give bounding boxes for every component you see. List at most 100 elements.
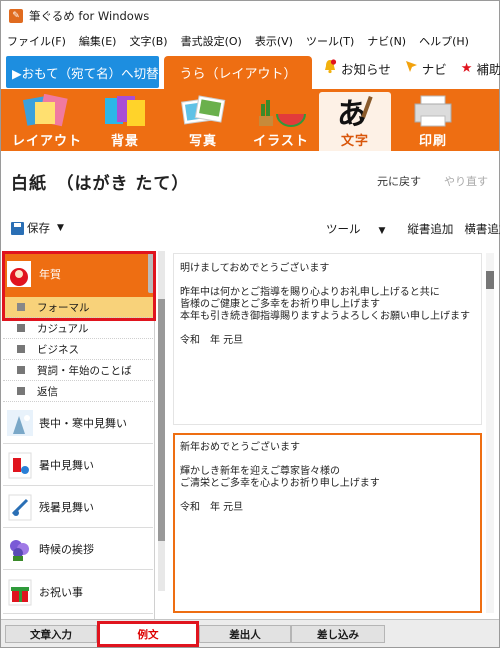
subcategory-greeting-words[interactable]: 賀詞・年始のことば	[3, 360, 153, 381]
menu-navi[interactable]: ナビ(N)	[367, 33, 406, 49]
switch-to-front-button[interactable]: ▶おもて（宛て名）へ切替	[6, 56, 159, 88]
menu-format[interactable]: 書式設定(O)	[181, 33, 242, 49]
highlight-nenga-formal	[2, 251, 156, 321]
subcategory-casual[interactable]: カジュアル	[3, 318, 153, 339]
menu-file[interactable]: ファイル(F)	[7, 33, 66, 49]
text-tools: ツール ▼ 縦書追加 横書追加	[326, 221, 500, 237]
category-summer[interactable]: 暑中見舞い	[3, 444, 153, 486]
category-celebration[interactable]: お祝い事	[3, 570, 153, 614]
category-mourning[interactable]: 喪中・寒中見舞い	[3, 402, 153, 444]
square-bullet-icon	[17, 324, 25, 332]
toolbar-print-button[interactable]: 印刷	[397, 92, 469, 149]
tab-text-input[interactable]: 文章入力	[5, 625, 97, 643]
scrollbar-thumb[interactable]	[486, 271, 494, 289]
toolbar-text-label: 文字	[340, 134, 369, 149]
toolbar-background-button[interactable]: 背景	[89, 92, 161, 149]
app-window: ✎ 筆ぐるめ for Windows ファイル(F) 編集(E) 文字(B) 書…	[0, 0, 500, 648]
notice-label: お知らせ	[341, 62, 391, 77]
hydrangea-icon	[5, 534, 35, 564]
sample-text-2[interactable]: 新年おめでとうございます 輝かしき新年を迎えご尊家皆々様の ご清栄とご多幸を心よ…	[173, 433, 482, 613]
extra-label: 補助	[476, 62, 500, 77]
toolbar-photo-button[interactable]: 写真	[167, 92, 239, 149]
redo-button[interactable]: やり直す	[444, 173, 488, 189]
tools-label: ツール	[326, 222, 361, 236]
sample-line: 昨年中は何かとご指導を賜り心よりお礼申し上げると共に	[180, 287, 440, 298]
navi-label: ナビ	[421, 62, 447, 77]
sample-text-1[interactable]: 明けましておめでとうございます 昨年中は何かとご指導を賜り心よりお礼申し上げると…	[173, 253, 482, 425]
category-label: 残暑見舞い	[39, 500, 94, 514]
sample-line: 皆様のご健康とご多幸をお祈り申し上げます	[180, 299, 380, 310]
category-seasonal[interactable]: 時候の挨拶	[3, 528, 153, 570]
bell-icon	[323, 59, 337, 78]
title-bar: ✎ 筆ぐるめ for Windows	[1, 1, 499, 31]
subcategory-business[interactable]: ビジネス	[3, 339, 153, 360]
top-links: お知らせ ナビ ★ 補助	[323, 59, 500, 78]
subcategory-reply[interactable]: 返信	[3, 381, 153, 402]
menu-bar: ファイル(F) 編集(E) 文字(B) 書式設定(O) 表示(V) ツール(T)…	[1, 31, 499, 51]
square-bullet-icon	[17, 387, 25, 395]
horizontal-text-add-button[interactable]: 横書追加	[464, 221, 500, 237]
save-label: 保存	[27, 221, 50, 235]
chevron-down-icon: ▼	[378, 226, 386, 236]
toolbar-text-button[interactable]: あ 文字	[319, 92, 391, 151]
sample-line: 明けましておめでとうございます	[180, 263, 330, 274]
sample-scrollbar[interactable]	[486, 253, 494, 613]
svg-text:あ: あ	[337, 97, 367, 128]
summer-card-icon	[5, 450, 35, 480]
tab-merge[interactable]: 差し込み	[291, 625, 385, 643]
undo-button[interactable]: 元に戻す	[377, 173, 421, 189]
main-toolbar: レイアウト 背景 写真 イラスト あ 文字 印刷	[1, 89, 499, 151]
sample-line: ご清栄とご多幸を心よりお祈り申し上げます	[180, 478, 380, 489]
sample-line: 新年おめでとうございます	[180, 442, 300, 453]
category-label: 喪中・寒中見舞い	[39, 416, 127, 430]
notice-link[interactable]: お知らせ	[323, 59, 391, 78]
document-title: 白紙 （はがき たて）	[11, 174, 190, 194]
square-bullet-icon	[17, 345, 25, 353]
sample-line: 本年も引き続き御指導賜りますようよろしくお願い申し上げます	[180, 311, 470, 322]
subcategory-label: 返信	[37, 385, 58, 398]
window-title: 筆ぐるめ for Windows	[29, 9, 150, 23]
app-icon: ✎	[9, 9, 23, 23]
late-summer-card-icon	[5, 492, 35, 522]
chevron-down-icon[interactable]: ▼	[57, 223, 64, 233]
save-icon	[11, 221, 24, 235]
toolbar-print-label: 印刷	[418, 134, 447, 149]
list-scrollbar[interactable]	[158, 251, 165, 591]
category-label: 暑中見舞い	[39, 458, 94, 472]
tools-dropdown[interactable]: ツール ▼	[326, 221, 396, 237]
illust-icon	[255, 94, 307, 128]
vertical-text-add-button[interactable]: 縦書追加	[407, 221, 453, 237]
sample-line: 令和 年 元旦	[180, 502, 244, 513]
save-button[interactable]: 保存 ▼	[11, 220, 64, 236]
tab-sender[interactable]: 差出人	[199, 625, 291, 643]
sample-line: 令和 年 元旦	[180, 335, 244, 346]
cursor-arrow-icon	[405, 60, 418, 77]
photo-icon	[177, 94, 229, 128]
menu-edit[interactable]: 編集(E)	[79, 33, 117, 49]
toolbar-illust-button[interactable]: イラスト	[245, 92, 317, 149]
subcategory-label: ビジネス	[37, 343, 79, 356]
menu-tools[interactable]: ツール(T)	[306, 33, 354, 49]
extra-link[interactable]: ★ 補助	[461, 59, 500, 78]
toolbar-illust-label: イラスト	[253, 134, 309, 149]
winter-tree-icon	[5, 408, 35, 438]
back-layout-tab[interactable]: うら（レイアウト）	[164, 56, 312, 89]
menu-help[interactable]: ヘルプ(H)	[419, 33, 469, 49]
menu-text[interactable]: 文字(B)	[129, 33, 167, 49]
category-late-summer[interactable]: 残暑見舞い	[3, 486, 153, 528]
toolbar-layout-button[interactable]: レイアウト	[11, 92, 83, 149]
star-icon: ★	[460, 61, 473, 76]
navi-link[interactable]: ナビ	[405, 59, 447, 78]
category-label: 時候の挨拶	[39, 542, 94, 556]
sample-line: 輝かしき新年を迎えご尊家皆々様の	[180, 466, 340, 477]
category-label: お祝い事	[39, 585, 83, 599]
square-bullet-icon	[17, 366, 25, 374]
printer-icon	[407, 94, 459, 128]
tab-sample-text[interactable]: 例文	[97, 621, 199, 647]
layout-icon	[21, 93, 73, 128]
bottom-tab-bar: 文章入力 例文 差出人 差し込み	[1, 619, 499, 647]
menu-view[interactable]: 表示(V)	[255, 33, 293, 49]
subcategory-label: カジュアル	[37, 322, 89, 335]
toolbar-photo-label: 写真	[188, 134, 217, 149]
scrollbar-thumb[interactable]	[158, 299, 165, 541]
